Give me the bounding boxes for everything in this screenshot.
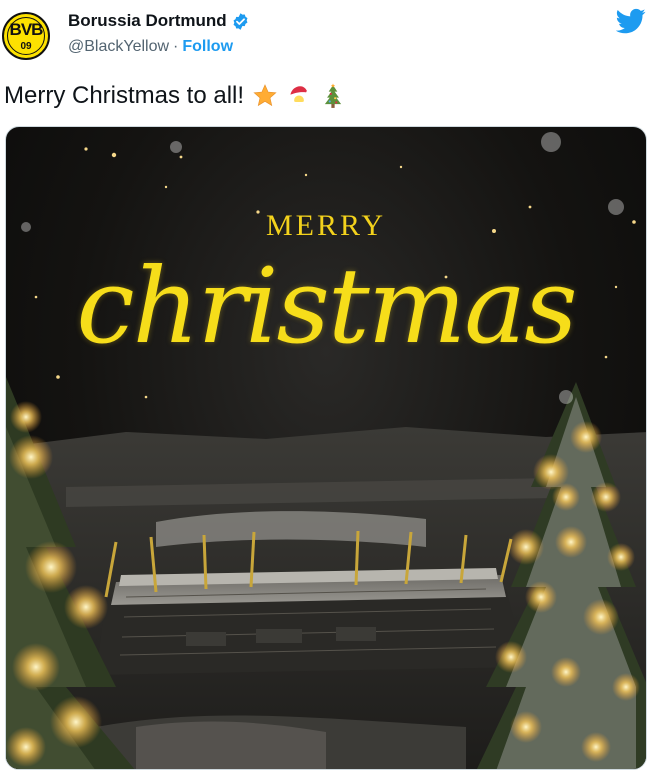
display-name[interactable]: Borussia Dortmund: [68, 11, 227, 31]
media-headline-merry: MERRY: [265, 209, 387, 242]
avatar-sub: 09: [20, 41, 32, 52]
verified-badge-icon: [233, 12, 248, 30]
handle-row: @BlackYellow · Follow: [68, 38, 233, 56]
follow-button[interactable]: Follow: [182, 38, 233, 56]
tweet-media-image[interactable]: MERRY christmas: [5, 126, 647, 770]
christmas-tree-icon: [324, 83, 342, 108]
santa-icon: [289, 86, 311, 106]
separator: ·: [173, 38, 179, 55]
twitter-bird-icon[interactable]: [616, 6, 646, 36]
media-headline-christmas: christmas: [76, 245, 577, 367]
star-icon: [253, 84, 277, 107]
avatar[interactable]: BVB 09: [2, 12, 50, 60]
tweet-header: BVB 09 Borussia Dortmund @BlackYellow · …: [0, 0, 656, 68]
handle[interactable]: @BlackYellow: [68, 38, 169, 56]
tweet-text: Merry Christmas to all!: [4, 82, 346, 110]
tweet-body: Merry Christmas to all!: [4, 82, 245, 109]
avatar-letters: BVB: [9, 20, 44, 39]
name-row: Borussia Dortmund: [68, 11, 250, 31]
